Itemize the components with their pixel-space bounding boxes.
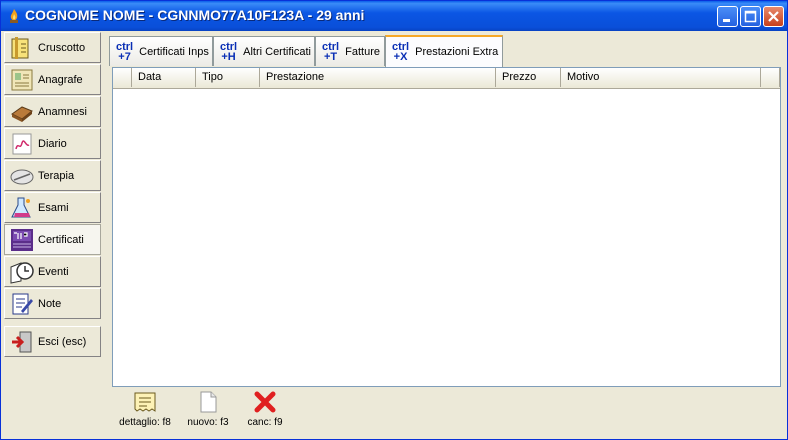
- sidebar-item-label: Certificati: [38, 233, 84, 246]
- tab-label: Fatture: [345, 45, 380, 58]
- sidebar-item-note[interactable]: Note: [4, 288, 101, 319]
- minimize-icon: [723, 19, 730, 22]
- new-document-icon: [200, 391, 217, 413]
- maximize-icon: [744, 10, 757, 23]
- close-icon: [768, 11, 779, 22]
- app-window: COGNOME NOME - CGNNMO77A10F123A - 29 ann…: [0, 0, 788, 440]
- prestazioni-table[interactable]: Data Tipo Prestazione Prezzo Motivo: [112, 67, 781, 387]
- sidebar-item-label: Note: [38, 297, 62, 310]
- tab-fatture[interactable]: ctrl +T Fatture: [315, 36, 385, 66]
- shortcut-hint: ctrl +H: [220, 40, 238, 63]
- tab-label: Altri Certificati: [243, 45, 311, 58]
- new-label: nuovo: f3: [187, 417, 229, 428]
- close-button[interactable]: [763, 6, 784, 27]
- inps-certificate-icon: [11, 228, 33, 251]
- shortcut-hint: ctrl +7: [116, 40, 134, 63]
- maximize-button[interactable]: [740, 6, 761, 27]
- sidebar-item-anagrafe[interactable]: Anagrafe: [4, 64, 101, 95]
- column-header-data[interactable]: Data: [132, 68, 196, 87]
- tab-altri-certificati[interactable]: ctrl +H Altri Certificati: [213, 36, 315, 66]
- column-header-tipo[interactable]: Tipo: [196, 68, 260, 87]
- sidebar-item-certificati[interactable]: Certificati: [4, 224, 101, 255]
- exit-icon: [12, 331, 32, 352]
- minimize-button[interactable]: [717, 6, 738, 27]
- note-icon: [12, 293, 33, 314]
- shortcut-hint: ctrl +X: [392, 41, 410, 63]
- title-bar[interactable]: COGNOME NOME - CGNNMO77A10F123A - 29 ann…: [1, 1, 787, 31]
- sidebar-item-esami[interactable]: Esami: [4, 192, 101, 223]
- sidebar-item-label: Terapia: [38, 169, 75, 182]
- details-button[interactable]: dettaglio: f8: [115, 389, 175, 428]
- sidebar-item-cruscotto[interactable]: Cruscotto: [4, 32, 101, 63]
- diary-icon: [12, 133, 32, 154]
- column-header-prestazione[interactable]: Prestazione: [260, 68, 496, 87]
- lab-flask-icon: [11, 197, 31, 217]
- delete-button[interactable]: canc: f9: [239, 389, 291, 428]
- row-indicator-header: [113, 68, 132, 87]
- details-icon: [134, 392, 156, 412]
- shortcut-hint: ctrl +T: [322, 40, 340, 63]
- registry-icon: [11, 69, 33, 90]
- sidebar-item-eventi[interactable]: Eventi: [4, 256, 101, 287]
- sidebar-item-label: Diario: [38, 137, 67, 150]
- sidebar-item-diario[interactable]: Diario: [4, 128, 101, 159]
- sidebar: Cruscotto Anagrafe Anamnesi Diario Terap…: [4, 32, 101, 437]
- delete-label: canc: f9: [247, 417, 283, 428]
- tab-prestazioni-extra[interactable]: ctrl +X Prestazioni Extra: [385, 35, 503, 67]
- clock-icon: [10, 261, 34, 284]
- sidebar-item-label: Anamnesi: [38, 105, 87, 118]
- column-header-filler: [761, 68, 780, 87]
- dashboard-icon: [11, 36, 29, 59]
- sidebar-item-terapia[interactable]: Terapia: [4, 160, 101, 191]
- window-title: COGNOME NOME - CGNNMO77A10F123A - 29 ann…: [25, 7, 365, 23]
- sidebar-item-label: Cruscotto: [38, 41, 86, 54]
- column-header-motivo[interactable]: Motivo: [561, 68, 761, 87]
- sidebar-item-label: Esci (esc): [38, 335, 87, 348]
- app-flame-icon: [10, 9, 18, 23]
- tab-certificati-inps[interactable]: ctrl +7 Certificati Inps: [109, 36, 213, 66]
- sidebar-item-esci[interactable]: Esci (esc): [4, 326, 101, 357]
- new-button[interactable]: nuovo: f3: [183, 389, 233, 428]
- column-header-prezzo[interactable]: Prezzo: [496, 68, 561, 87]
- sidebar-item-label: Eventi: [38, 265, 69, 278]
- sidebar-item-label: Anagrafe: [38, 73, 83, 86]
- tab-label: Prestazioni Extra: [415, 46, 499, 58]
- sidebar-item-label: Esami: [38, 201, 69, 214]
- tab-label: Certificati Inps: [139, 45, 209, 58]
- sidebar-item-anamnesi[interactable]: Anamnesi: [4, 96, 101, 127]
- delete-icon: [254, 391, 276, 413]
- table-header: Data Tipo Prestazione Prezzo Motivo: [113, 68, 780, 89]
- details-label: dettaglio: f8: [119, 417, 171, 428]
- history-icon: [11, 105, 33, 122]
- pill-icon: [10, 169, 34, 184]
